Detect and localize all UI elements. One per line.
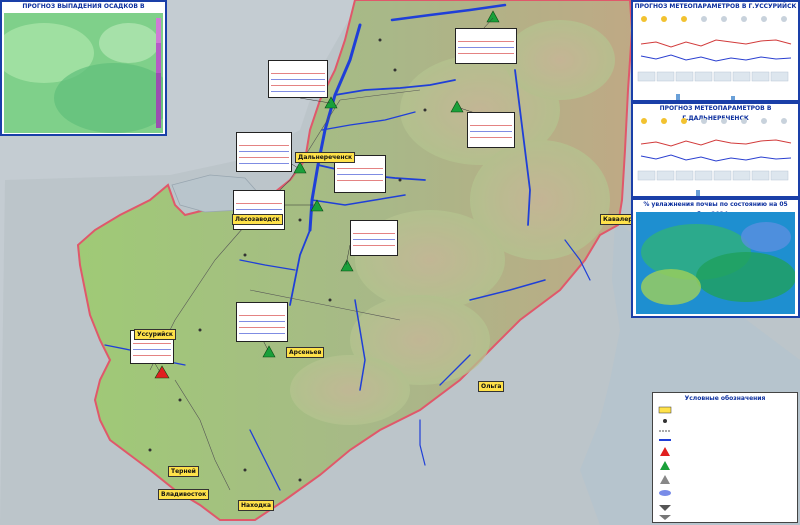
- weather-dalnerechensk-title: ПРОГНОЗ МЕТЕОПАРАМЕТРОВ В Г.ДАЛЬНЕРЕЧЕНС…: [633, 104, 798, 122]
- gauge-data-table: [268, 60, 328, 98]
- soil-humidity-panel: % увлажнения почвы по состоянию на 05 но…: [631, 198, 800, 318]
- city-label-ussuriysk: Уссурийск: [134, 329, 176, 340]
- weather-ussuriysk-title: ПРОГНОЗ МЕТЕОПАРАМЕТРОВ В Г.УССУРИЙСК: [633, 2, 798, 12]
- soil-humidity-map: [636, 212, 795, 314]
- soil-humidity-title: % увлажнения почвы по состоянию на 05 но…: [633, 200, 798, 218]
- city-label-terney: Терней: [168, 466, 199, 477]
- legend-symbols: [658, 406, 672, 520]
- precip-panel-title: ПРОГНОЗ ВЫПАДЕНИЯ ОСАДКОВ В ПРИМОРСКОМ К…: [2, 2, 165, 20]
- city-label-nakhodka: Находка: [238, 500, 275, 511]
- map-legend: Условные обозначения: [652, 392, 798, 523]
- weather-dalnerechensk-panel: ПРОГНОЗ МЕТЕОПАРАМЕТРОВ В Г.ДАЛЬНЕРЕЧЕНС…: [631, 102, 800, 198]
- weather-ussuriysk-panel: ПРОГНОЗ МЕТЕОПАРАМЕТРОВ В Г.УССУРИЙСК: [631, 0, 800, 102]
- gauge-data-table: [236, 132, 292, 172]
- weather-dalnerechensk-charts: [637, 118, 792, 196]
- precip-map-image: [4, 13, 163, 133]
- city-label-arsenyev: Арсеньев: [286, 347, 325, 358]
- precip-forecast-panel: ПРОГНОЗ ВЫПАДЕНИЯ ОСАДКОВ В ПРИМОРСКОМ К…: [0, 0, 167, 136]
- city-label-vladivostok: Владивосток: [158, 489, 210, 500]
- city-label-dalnerechensk: Дальнереченск: [295, 152, 356, 163]
- gauge-data-table: [467, 112, 515, 148]
- legend-title: Условные обозначения: [684, 395, 766, 402]
- gauge-data-table: [350, 220, 398, 256]
- gauge-data-table: [455, 28, 517, 64]
- city-label-olga: Ольга: [478, 381, 505, 392]
- weather-ussuriysk-charts: [637, 16, 792, 100]
- gauge-data-table: [236, 302, 288, 342]
- city-label-lesozavodsk: Лесозаводск: [232, 214, 283, 225]
